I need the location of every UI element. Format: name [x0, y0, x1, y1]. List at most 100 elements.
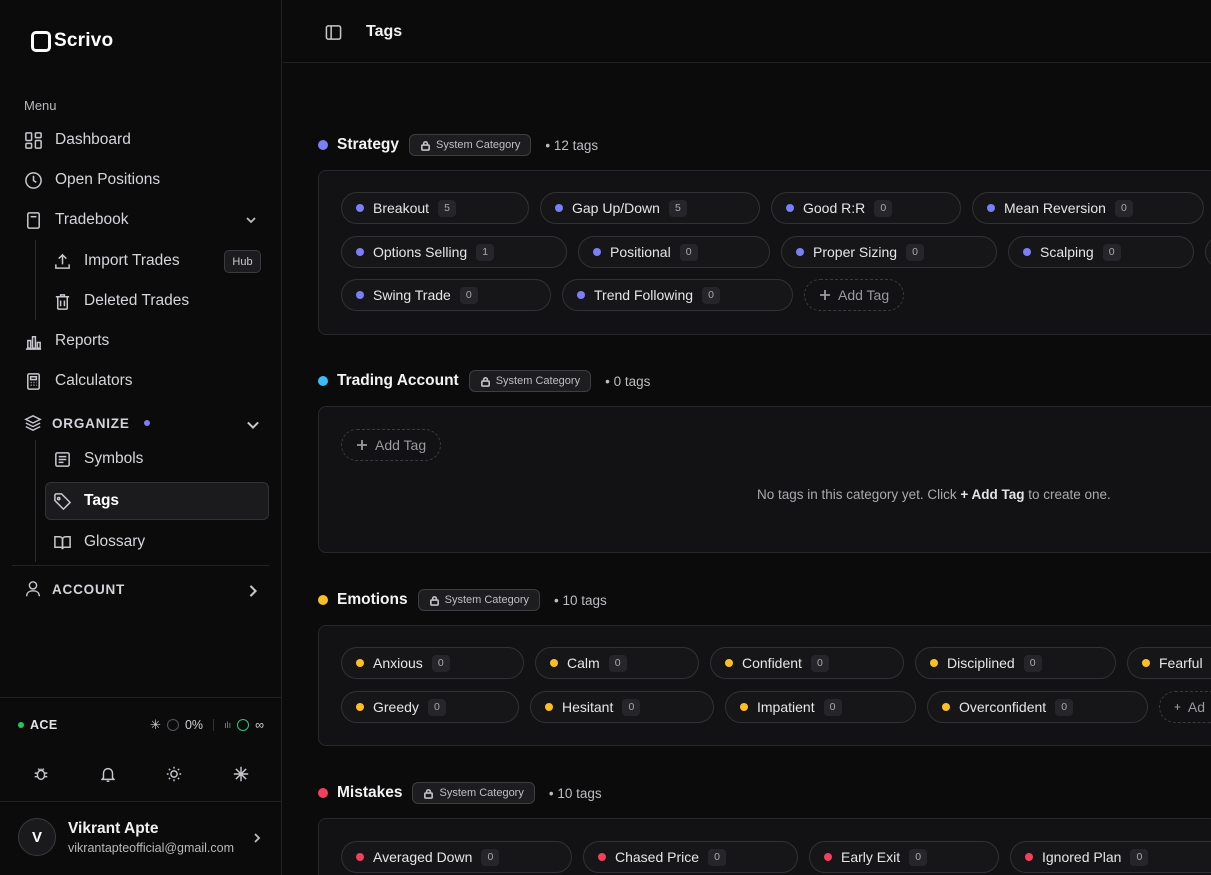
organize-section-toggle[interactable]: ORGANIZE — [24, 414, 259, 432]
tag-icon — [54, 492, 72, 510]
sidebar-item-open-positions[interactable]: Open Positions — [24, 169, 160, 191]
tag-label: Early Exit — [841, 849, 901, 865]
system-category-badge: System Category — [468, 370, 592, 392]
tag-chip[interactable]: Overconfident 0 — [927, 691, 1148, 723]
tag-label: Proper Sizing — [813, 244, 898, 260]
badge-label: System Category — [439, 787, 524, 799]
app-logo[interactable]: Scrivo — [31, 30, 113, 52]
add-tag-button[interactable]: Add Tag — [804, 279, 905, 311]
tag-usage-count: 5 — [438, 199, 457, 217]
asterisk-icon[interactable] — [232, 765, 250, 788]
category-tag-count: • 12 tags — [545, 137, 599, 153]
sidebar-item-reports[interactable]: Reports — [24, 330, 109, 352]
chevron-right-icon[interactable] — [244, 582, 258, 597]
tag-usage-count: 0 — [608, 654, 627, 672]
lock-icon — [424, 788, 434, 799]
plan-label[interactable]: ACE — [30, 718, 58, 732]
tag-chip[interactable]: Averaged Down 0 — [341, 841, 572, 873]
sun-icon[interactable] — [165, 765, 183, 788]
tag-chip[interactable]: Disciplined 0 — [915, 647, 1116, 679]
tag-label: Chased Price — [615, 849, 700, 865]
sidebar-item-calculators[interactable]: Calculators — [24, 370, 133, 392]
top-bar: Tags — [283, 0, 1211, 63]
tag-chip[interactable]: Calm 0 — [535, 647, 699, 679]
tag-chip[interactable]: Chased Price 0 — [583, 841, 798, 873]
section-label: ORGANIZE — [52, 415, 130, 431]
bar-chart-icon — [25, 335, 42, 350]
plus-icon — [357, 440, 367, 450]
sidebar-toggle-icon[interactable] — [325, 24, 342, 46]
tag-color-dot — [824, 853, 832, 861]
tag-usage-count: 0 — [906, 243, 925, 261]
tag-chip[interactable]: Breakout 5 — [341, 192, 529, 224]
category-header-strategy: Strategy System Category • 12 tags — [318, 133, 598, 157]
tag-chip[interactable]: Scalping 0 — [1008, 236, 1194, 268]
tag-usage-count: 0 — [823, 698, 842, 716]
user-info: Vikrant Apte vikrantapteofficial@gmail.c… — [68, 820, 234, 855]
tag-chip[interactable]: Confident 0 — [710, 647, 904, 679]
sidebar-item-tradebook[interactable]: Tradebook — [24, 209, 258, 231]
tag-usage-count: 0 — [459, 286, 478, 304]
add-tag-button[interactable]: Ad — [1159, 691, 1211, 723]
chevron-down-icon[interactable] — [244, 416, 259, 430]
sidebar-item-label: Dashboard — [55, 131, 131, 148]
category-color-dot — [318, 788, 328, 798]
tag-chip[interactable]: Mean Reversion 0 — [972, 192, 1204, 224]
layers-icon — [24, 414, 42, 432]
add-tag-label: Add Tag — [375, 437, 427, 453]
tag-chip[interactable]: Anxious 0 — [341, 647, 524, 679]
tag-label: Calm — [567, 655, 600, 671]
tag-usage-count: 0 — [1023, 654, 1042, 672]
tag-label: Confident — [742, 655, 802, 671]
tag-chip[interactable]: Hesitant 0 — [530, 691, 714, 723]
sidebar-item-dashboard[interactable]: Dashboard — [24, 129, 131, 151]
category-header-mistakes: Mistakes System Category • 10 tags — [318, 781, 602, 805]
tag-usage-count: 0 — [874, 199, 893, 217]
sidebar-item-symbols[interactable]: Symbols — [53, 448, 143, 470]
tag-chip[interactable]: Greedy 0 — [341, 691, 519, 723]
empty-state-add-tag-link[interactable]: + Add Tag — [960, 487, 1024, 502]
tag-chip[interactable]: Positional 0 — [578, 236, 770, 268]
tag-chip-partial[interactable] — [1205, 236, 1211, 268]
tag-chip[interactable]: Options Selling 1 — [341, 236, 567, 268]
clock-icon — [25, 171, 42, 189]
usage-percent: 0% — [184, 718, 204, 732]
tag-chip[interactable]: Good R:R 0 — [771, 192, 961, 224]
sidebar-item-tags[interactable]: Tags — [53, 490, 119, 512]
sidebar-item-label: Reports — [55, 332, 110, 349]
tag-chip[interactable]: Gap Up/Down 5 — [540, 192, 760, 224]
tag-usage-count: 0 — [481, 848, 500, 866]
badge-label: System Category — [436, 139, 521, 151]
page-title: Tags — [366, 23, 403, 40]
tag-color-dot — [356, 204, 364, 212]
user-profile[interactable]: V Vikrant Apte vikrantapteofficial@gmail… — [18, 818, 234, 856]
list-document-icon — [55, 451, 70, 467]
chevron-right-icon[interactable] — [250, 831, 264, 850]
hub-badge[interactable]: Hub — [224, 250, 261, 273]
trash-icon — [55, 293, 70, 310]
tag-chip[interactable]: Proper Sizing 0 — [781, 236, 997, 268]
user-icon — [25, 581, 41, 597]
bug-icon[interactable] — [32, 765, 50, 788]
tag-chip[interactable]: Impatient 0 — [725, 691, 916, 723]
tag-label: Good R:R — [803, 200, 866, 216]
tag-chip[interactable]: Trend Following 0 — [562, 279, 793, 311]
sidebar-item-label: Glossary — [84, 533, 146, 550]
bell-icon[interactable] — [99, 765, 117, 788]
tag-label: Overconfident — [959, 699, 1047, 715]
tag-chip[interactable]: Swing Trade 0 — [341, 279, 551, 311]
sidebar-item-import-trades[interactable]: Import Trades — [53, 250, 180, 272]
logo-mark-icon — [31, 30, 51, 52]
tag-chip[interactable]: Fearful — [1127, 647, 1211, 679]
category-tag-count: • 10 tags — [548, 785, 602, 801]
tag-color-dot — [740, 703, 748, 711]
lock-icon — [480, 376, 490, 387]
tag-chip[interactable]: Early Exit 0 — [809, 841, 999, 873]
tag-chip[interactable]: Ignored Plan 0 — [1010, 841, 1211, 873]
sidebar-item-glossary[interactable]: Glossary — [53, 531, 145, 553]
tag-usage-count: 0 — [427, 698, 446, 716]
sidebar-item-deleted-trades[interactable]: Deleted Trades — [53, 290, 189, 312]
add-tag-button[interactable]: Add Tag — [341, 429, 442, 461]
account-section-toggle[interactable]: ACCOUNT — [24, 580, 258, 598]
chevron-down-icon[interactable] — [244, 213, 258, 227]
